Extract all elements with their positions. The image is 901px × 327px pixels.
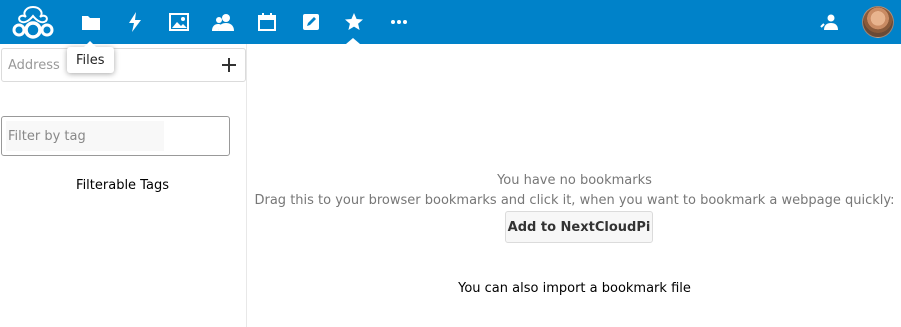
user-avatar[interactable]	[862, 6, 894, 38]
ellipsis-icon[interactable]	[385, 8, 413, 36]
calendar-icon[interactable]	[253, 8, 281, 36]
contacts-menu-icon[interactable]	[815, 8, 843, 36]
tooltip: Files	[67, 41, 114, 73]
import-bookmark-link[interactable]: You can also import a bookmark file	[248, 281, 901, 296]
empty-state-title: You have no bookmarks	[497, 173, 652, 188]
sidebar: Filterable Tags	[0, 44, 247, 327]
star-icon[interactable]	[340, 8, 368, 36]
address-field-container	[1, 48, 246, 82]
lightning-icon[interactable]	[121, 8, 149, 36]
empty-state-hint: Drag this to your browser bookmarks and …	[254, 193, 895, 208]
pencil-icon[interactable]	[297, 8, 325, 36]
folder-icon[interactable]	[77, 8, 105, 36]
filterable-tags-label: Filterable Tags	[76, 178, 169, 193]
nextcloud-logo-icon[interactable]	[8, 4, 58, 40]
tooltip-text: Files	[76, 52, 105, 68]
main-content: You have no bookmarks Drag this to your …	[248, 44, 901, 327]
contacts-icon[interactable]	[209, 8, 237, 36]
image-icon[interactable]	[165, 8, 193, 36]
bookmarklet-button[interactable]: Add to NextCloudPi	[505, 211, 653, 243]
filter-by-tag-input[interactable]	[6, 121, 164, 151]
filter-field-container	[1, 116, 230, 156]
top-header	[0, 0, 901, 44]
plus-icon[interactable]	[219, 55, 239, 75]
